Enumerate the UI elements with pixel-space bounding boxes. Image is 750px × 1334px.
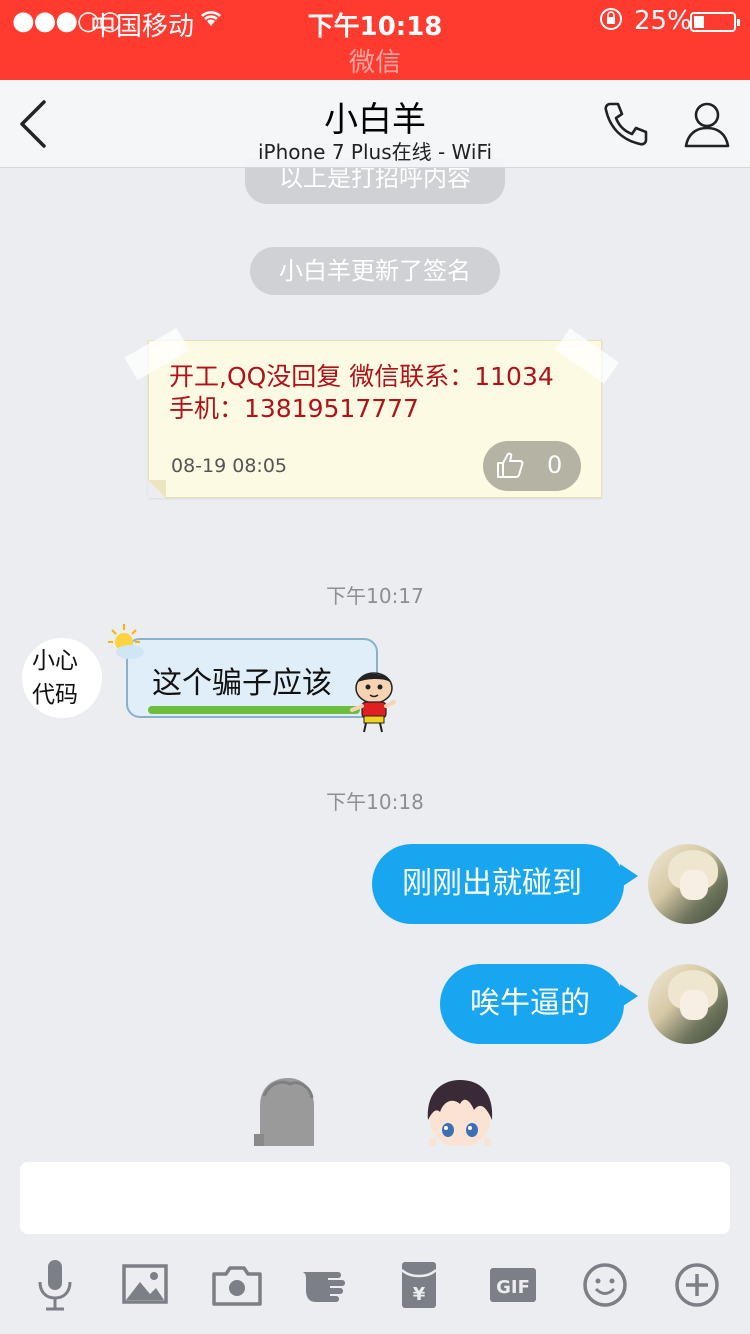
status-bar: ●●●○○ 中国移动 下午10:18 25% 微信 xyxy=(0,0,750,80)
my-avatar[interactable] xyxy=(648,844,728,924)
thumbs-up-icon xyxy=(497,452,524,478)
system-message-signature: 小白羊更新了签名 xyxy=(250,247,500,295)
rotation-lock-icon xyxy=(598,6,624,38)
like-button[interactable]: 0 xyxy=(483,441,581,491)
outgoing-message-bubble[interactable]: 刚刚出就碰到 xyxy=(372,844,638,924)
camera-icon xyxy=(212,1266,262,1306)
incoming-message-bubble[interactable]: 这个骗子应该 xyxy=(126,638,378,718)
emoji-icon xyxy=(583,1263,627,1307)
voice-button[interactable] xyxy=(26,1256,84,1314)
message-timestamp: 下午10:18 xyxy=(326,790,424,814)
gray-figure-sticker xyxy=(254,1078,314,1146)
message-text: 唉牛逼的 xyxy=(470,986,590,1021)
signature-text: 开工,QQ没回复 微信联系：11034 手机：13819517777 xyxy=(169,362,554,423)
like-count: 0 xyxy=(547,451,563,479)
person-icon xyxy=(684,102,730,148)
message-text: 刚刚出就碰到 xyxy=(402,866,582,901)
message-timestamp: 下午10:17 xyxy=(326,584,424,608)
battery-percent: 25% xyxy=(634,6,692,36)
message-text: 这个骗子应该 xyxy=(152,666,332,701)
gif-icon: GIF xyxy=(490,1268,536,1302)
poke-button[interactable] xyxy=(298,1256,356,1314)
my-avatar[interactable] xyxy=(648,964,728,1044)
anime-boy-sticker xyxy=(427,1080,493,1146)
sun-icon xyxy=(108,624,144,659)
red-packet-icon: ¥ xyxy=(401,1262,437,1308)
call-button[interactable] xyxy=(600,98,652,150)
emoji-button[interactable] xyxy=(576,1256,634,1314)
profile-button[interactable] xyxy=(682,98,732,150)
page-fold xyxy=(148,480,166,498)
plus-icon xyxy=(675,1263,719,1307)
image-button[interactable] xyxy=(116,1256,174,1314)
contact-avatar[interactable]: 小心代码 xyxy=(22,638,102,718)
phone-icon xyxy=(604,102,648,146)
input-area: ¥ GIF xyxy=(0,1146,750,1334)
microphone-icon xyxy=(38,1260,72,1311)
avatar-text: 小心代码 xyxy=(32,648,78,708)
outgoing-message-bubble[interactable]: 唉牛逼的 xyxy=(440,964,638,1044)
svg-text:GIF: GIF xyxy=(496,1277,530,1298)
battery-icon xyxy=(690,12,740,32)
svg-text:¥: ¥ xyxy=(413,1284,426,1305)
chat-toolbar: ¥ GIF xyxy=(0,1256,750,1320)
signature-date: 08-19 08:05 xyxy=(171,455,288,477)
message-input[interactable] xyxy=(20,1162,730,1234)
image-icon xyxy=(122,1264,168,1304)
camera-button[interactable] xyxy=(208,1256,266,1314)
signature-card[interactable]: 开工,QQ没回复 微信联系：11034 手机：13819517777 08-19… xyxy=(124,327,620,498)
more-button[interactable] xyxy=(668,1256,726,1314)
gif-button[interactable]: GIF xyxy=(484,1256,542,1314)
red-packet-button[interactable]: ¥ xyxy=(390,1256,448,1314)
bubble-decoration xyxy=(148,706,360,714)
chat-header: 小白羊 iPhone 7 Plus在线 - WiFi xyxy=(0,80,750,168)
cartoon-character-icon xyxy=(350,672,396,733)
poke-icon xyxy=(302,1272,345,1302)
app-hint: 微信 xyxy=(348,48,401,78)
